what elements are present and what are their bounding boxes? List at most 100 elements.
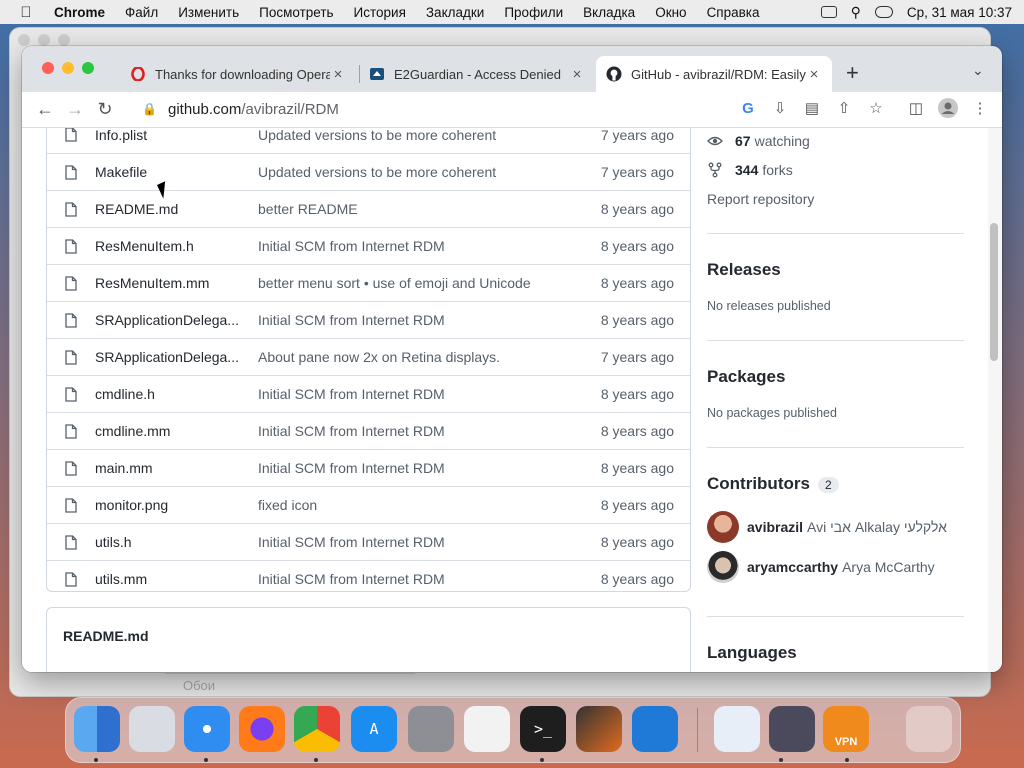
commit-message-link[interactable]: About pane now 2x on Retina displays. <box>258 349 500 365</box>
file-name-link[interactable]: monitor.png <box>95 497 243 513</box>
contributor-aryamccarthy[interactable]: aryamccarthy Arya McCarthy <box>707 551 935 583</box>
forks-link[interactable]: 344 forks <box>707 162 793 178</box>
commit-message-link[interactable]: fixed icon <box>258 497 317 513</box>
packages-heading[interactable]: Packages <box>707 367 785 387</box>
install-app-icon[interactable]: ⇩ <box>770 98 790 118</box>
file-row[interactable]: main.mm Initial SCM from Internet RDM 8 ye… <box>47 449 690 486</box>
tab-e2guardian[interactable]: E2Guardian - Access Denied × <box>359 56 595 92</box>
zoom-window-icon[interactable] <box>82 62 94 74</box>
vpn-icon[interactable]: VPN <box>823 706 869 752</box>
file-name-link[interactable]: main.mm <box>95 460 243 476</box>
close-tab-icon[interactable]: × <box>569 66 585 83</box>
bg-minimize-icon[interactable] <box>38 34 50 46</box>
commit-message-link[interactable]: Initial SCM from Internet RDM <box>258 238 445 254</box>
contributor-login[interactable]: avibrazil <box>747 519 803 535</box>
contributor-login[interactable]: aryamccarthy <box>747 559 838 575</box>
file-row[interactable]: README.md better README 8 years ago <box>47 190 690 227</box>
file-name-link[interactable]: cmdline.mm <box>95 423 243 439</box>
contributors-heading[interactable]: Contributors 2 <box>707 474 839 494</box>
page-scrollbar[interactable] <box>988 128 1002 672</box>
file-row[interactable]: SRApplicationDelega... About pane now 2x … <box>47 338 690 375</box>
screen-mirroring-icon[interactable] <box>820 6 837 18</box>
vscode-icon[interactable] <box>632 706 678 752</box>
file-name-link[interactable]: SRApplicationDelega... <box>95 349 243 365</box>
file-name-link[interactable]: Makefile <box>95 164 243 180</box>
file-row[interactable]: SRApplicationDelega... Initial SCM from I… <box>47 301 690 338</box>
back-icon[interactable]: ← <box>30 99 60 120</box>
lock-icon[interactable]: 🔒 <box>142 102 158 116</box>
textedit-icon[interactable] <box>464 706 510 752</box>
avatar[interactable] <box>707 551 739 583</box>
file-row[interactable]: ResMenuItem.h Initial SCM from Internet R… <box>47 227 690 264</box>
commit-message-link[interactable]: Updated versions to be more coherent <box>258 128 496 143</box>
browser-globe-icon[interactable] <box>769 706 815 752</box>
translate-icon[interactable]: ▤ <box>802 98 822 118</box>
launchpad-icon[interactable] <box>129 706 175 752</box>
garageband-icon[interactable] <box>576 706 622 752</box>
scrollbar-thumb[interactable] <box>990 223 998 361</box>
tab-search-chevron-icon[interactable]: ⌄ <box>972 62 984 79</box>
terminal-icon[interactable]: >_ <box>520 706 566 752</box>
apple-menu-icon[interactable]:  <box>16 4 36 21</box>
file-row[interactable]: utils.mm Initial SCM from Internet RDM 8 y… <box>47 560 690 597</box>
minimize-window-icon[interactable] <box>62 62 74 74</box>
bg-zoom-icon[interactable] <box>58 34 70 46</box>
commit-message-link[interactable]: better menu sort • use of emoji and Unic… <box>258 275 531 291</box>
side-panel-icon[interactable]: ◫ <box>906 98 926 118</box>
menu-help[interactable]: Справка <box>697 5 770 20</box>
spotlight-search-icon[interactable]: ⚲ <box>851 4 861 21</box>
share-icon[interactable]: ⇧ <box>834 98 854 118</box>
bookmark-star-icon[interactable]: ☆ <box>866 98 886 118</box>
app-store-icon[interactable]: A <box>351 706 397 752</box>
menu-history[interactable]: История <box>344 5 416 20</box>
firefox-icon[interactable] <box>239 706 285 752</box>
file-row[interactable]: Info.plist Updated versions to be more co… <box>47 128 690 153</box>
watching-link[interactable]: 67 watching <box>707 133 810 149</box>
chrome-menu-icon[interactable]: ⋮ <box>970 98 990 118</box>
file-name-link[interactable]: ResMenuItem.mm <box>95 275 243 291</box>
tab-github[interactable]: GitHub - avibrazil/RDM: Easily × <box>596 56 832 92</box>
file-name-link[interactable]: utils.h <box>95 534 243 550</box>
trash-icon[interactable] <box>906 706 952 752</box>
bg-close-icon[interactable] <box>18 34 30 46</box>
menu-file[interactable]: Файл <box>115 5 168 20</box>
tab-opera[interactable]: Thanks for downloading Opera × <box>120 56 356 92</box>
forward-icon[interactable]: → <box>60 99 90 120</box>
close-window-icon[interactable] <box>42 62 54 74</box>
file-row[interactable]: monitor.png fixed icon 8 years ago <box>47 486 690 523</box>
menu-window[interactable]: Окно <box>645 5 696 20</box>
file-row[interactable]: cmdline.h Initial SCM from Internet RDM 8 … <box>47 375 690 412</box>
file-row[interactable]: utils.h Initial SCM from Internet RDM 8 ye… <box>47 523 690 560</box>
close-tab-icon[interactable]: × <box>330 66 346 83</box>
menu-bookmarks[interactable]: Закладки <box>416 5 494 20</box>
commit-message-link[interactable]: Initial SCM from Internet RDM <box>258 423 445 439</box>
readme-title[interactable]: README.md <box>63 628 149 644</box>
control-center-icon[interactable] <box>874 6 893 18</box>
close-tab-icon[interactable]: × <box>806 66 822 83</box>
menu-edit[interactable]: Изменить <box>168 5 249 20</box>
file-name-link[interactable]: cmdline.h <box>95 386 243 402</box>
menu-profiles[interactable]: Профили <box>494 5 573 20</box>
remote-desktop-icon[interactable] <box>714 706 760 752</box>
file-name-link[interactable]: README.md <box>95 201 243 217</box>
file-name-link[interactable]: Info.plist <box>95 128 243 143</box>
new-tab-icon[interactable]: + <box>846 60 859 86</box>
file-row[interactable]: cmdline.mm Initial SCM from Internet RDM 8… <box>47 412 690 449</box>
finder-icon[interactable] <box>74 706 120 752</box>
languages-heading[interactable]: Languages <box>707 643 797 663</box>
chrome-icon[interactable] <box>294 706 340 752</box>
file-name-link[interactable]: SRApplicationDelega... <box>95 312 243 328</box>
releases-heading[interactable]: Releases <box>707 260 781 280</box>
safari-icon[interactable] <box>184 706 230 752</box>
file-row[interactable]: Makefile Updated versions to be more cohe… <box>47 153 690 190</box>
commit-message-link[interactable]: better README <box>258 201 358 217</box>
commit-message-link[interactable]: Initial SCM from Internet RDM <box>258 386 445 402</box>
file-row[interactable]: ResMenuItem.mm better menu sort • use of … <box>47 264 690 301</box>
avatar[interactable] <box>707 511 739 543</box>
google-icon[interactable]: G <box>738 98 758 118</box>
commit-message-link[interactable]: Initial SCM from Internet RDM <box>258 312 445 328</box>
file-name-link[interactable]: utils.mm <box>95 571 243 587</box>
menu-tab[interactable]: Вкладка <box>573 5 645 20</box>
file-name-link[interactable]: ResMenuItem.h <box>95 238 243 254</box>
commit-message-link[interactable]: Initial SCM from Internet RDM <box>258 571 445 587</box>
